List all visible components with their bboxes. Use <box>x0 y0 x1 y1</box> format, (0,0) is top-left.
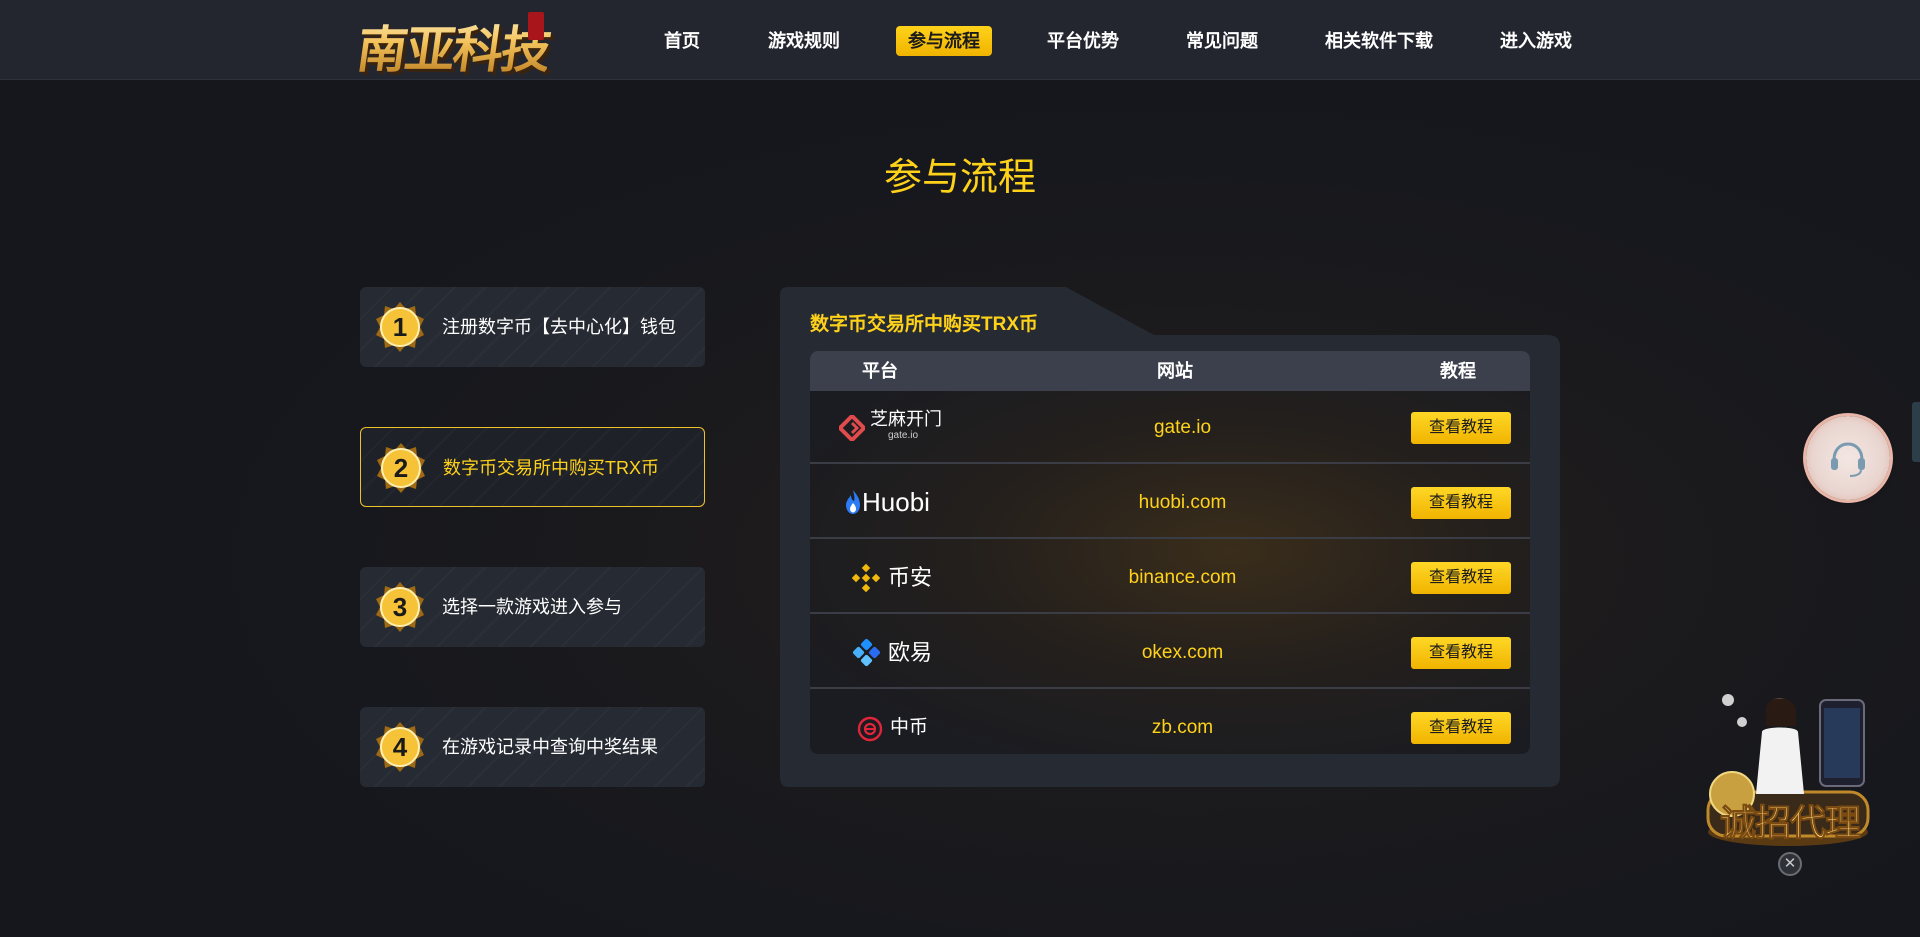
table-row: 欧易 okex.com 查看教程 <box>810 616 1530 689</box>
nav-faq[interactable]: 常见问题 <box>1186 26 1258 56</box>
logo-seal-icon <box>528 12 544 40</box>
platform-name: 中币 <box>890 717 929 738</box>
platform-cell: Huobi <box>810 466 975 539</box>
platform-name: 欧易 <box>888 640 933 665</box>
side-toolbar-tab[interactable] <box>1912 402 1920 462</box>
step-label: 在游戏记录中查询中奖结果 <box>442 737 658 757</box>
table-row: 中币 zb.com 查看教程 <box>810 691 1530 754</box>
step-number-badge-icon: 2 <box>375 442 427 494</box>
platform-name: 币安 <box>888 565 933 590</box>
site-link[interactable]: gate.io <box>1050 391 1315 464</box>
nav-enter-game[interactable]: 进入游戏 <box>1500 26 1572 56</box>
step-number: 3 <box>392 592 408 622</box>
site-link[interactable]: binance.com <box>1050 541 1315 614</box>
close-banner-button[interactable]: ✕ <box>1778 852 1802 876</box>
column-header-site: 网站 <box>1157 361 1193 381</box>
column-header-tutorial: 教程 <box>1440 361 1476 381</box>
view-tutorial-button[interactable]: 查看教程 <box>1411 712 1511 744</box>
view-tutorial-button[interactable]: 查看教程 <box>1411 487 1511 519</box>
nav-software-download[interactable]: 相关软件下载 <box>1325 26 1433 56</box>
nav-home[interactable]: 首页 <box>664 26 700 56</box>
platform-cell: 币安 <box>810 541 975 614</box>
step-number-badge-icon: 1 <box>374 301 426 353</box>
headset-icon <box>1831 442 1865 477</box>
view-tutorial-button[interactable]: 查看教程 <box>1411 412 1511 444</box>
top-header: 南亚科技 南亚科技 首页 游戏规则 参与流程 平台优势 常见问题 相关软件下载 … <box>0 0 1920 82</box>
exchange-panel: 数字币交易所中购买TRX币 平台 网站 教程 芝麻开门 gate.io gate… <box>780 287 1560 787</box>
platform-subname: gate.io <box>888 430 919 441</box>
platform-name: Huobi <box>862 487 930 517</box>
step-label: 数字币交易所中购买TRX币 <box>443 458 659 478</box>
platform-cell: 中币 <box>810 691 975 754</box>
step-card-4[interactable]: 4 在游戏记录中查询中奖结果 <box>360 707 705 787</box>
step-number: 1 <box>392 312 408 342</box>
step-card-2[interactable]: 2 数字币交易所中购买TRX币 <box>360 427 705 507</box>
view-tutorial-button[interactable]: 查看教程 <box>1411 637 1511 669</box>
nav-participation-process[interactable]: 参与流程 <box>896 26 992 56</box>
step-number-badge-icon: 4 <box>374 721 426 773</box>
logo-text: 南亚科技 <box>353 10 555 82</box>
nav-game-rules[interactable]: 游戏规则 <box>768 26 840 56</box>
step-number: 2 <box>393 453 409 483</box>
step-card-3[interactable]: 3 选择一款游戏进入参与 <box>360 567 705 647</box>
nav-platform-advantages[interactable]: 平台优势 <box>1047 26 1119 56</box>
agent-banner-text: 诚招代理 <box>1719 802 1861 845</box>
close-icon: ✕ <box>1783 855 1797 872</box>
huobi-flame-icon <box>846 490 860 514</box>
customer-support-button[interactable] <box>1806 416 1890 500</box>
table-row: 币安 binance.com 查看教程 <box>810 541 1530 614</box>
zb-circle-icon <box>857 716 883 742</box>
step-label: 选择一款游戏进入参与 <box>442 597 622 617</box>
page-title: 参与流程 <box>883 157 1036 199</box>
platform-cell: 欧易 <box>810 616 975 689</box>
okex-cluster-icon <box>853 639 881 667</box>
site-logo[interactable]: 南亚科技 南亚科技 <box>352 4 557 82</box>
step-card-1[interactable]: 1 注册数字币【去中心化】钱包 <box>360 287 705 367</box>
platform-cell: 芝麻开门 gate.io <box>810 391 975 464</box>
site-link[interactable]: okex.com <box>1050 616 1315 689</box>
gate-logo-icon <box>839 415 865 441</box>
site-link[interactable]: zb.com <box>1050 691 1315 754</box>
panel-title: 数字币交易所中购买TRX币 <box>810 314 1039 335</box>
step-number-badge-icon: 3 <box>374 581 426 633</box>
agent-recruitment-banner[interactable]: 诚招代理 <box>1700 682 1875 852</box>
view-tutorial-button[interactable]: 查看教程 <box>1411 562 1511 594</box>
table-row: 芝麻开门 gate.io gate.io 查看教程 <box>810 391 1530 464</box>
site-link[interactable]: huobi.com <box>1050 466 1315 539</box>
exchange-table: 平台 网站 教程 芝麻开门 gate.io gate.io 查看教程 Huobi… <box>810 351 1530 754</box>
binance-diamond-icon <box>851 563 881 593</box>
table-row: Huobi huobi.com 查看教程 <box>810 466 1530 539</box>
step-number: 4 <box>392 732 408 762</box>
step-label: 注册数字币【去中心化】钱包 <box>442 317 676 337</box>
